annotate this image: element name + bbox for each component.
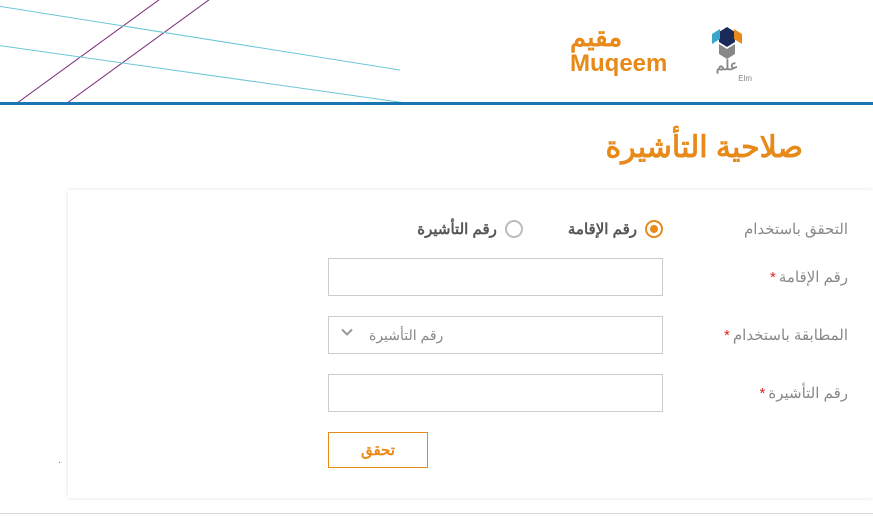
iqama-number-label: رقم الإقامة* — [663, 268, 848, 286]
verify-by-label: التحقق باستخدام — [663, 220, 848, 238]
match-by-select[interactable]: رقم التأشيرة — [328, 316, 663, 354]
visa-validity-form: التحقق باستخدام رقم الإقامة رقم التأشيرة… — [68, 190, 873, 498]
radio-iqama-label: رقم الإقامة — [568, 220, 637, 238]
page-title: صلاحية التأشيرة — [0, 130, 803, 165]
svg-text:علم: علم — [716, 57, 738, 74]
required-star: * — [770, 269, 776, 286]
visa-number-input[interactable] — [328, 374, 663, 412]
match-by-label: المطابقة باستخدام* — [663, 326, 848, 344]
header-decoration-lines — [0, 0, 450, 105]
radio-icon — [645, 220, 663, 238]
footer-dot: . — [58, 454, 61, 466]
radio-icon — [505, 220, 523, 238]
page-header: مقيم Muqeem علم Elm — [0, 0, 873, 105]
elm-label: Elm — [739, 74, 753, 83]
verify-by-radio-group: رقم الإقامة رقم التأشيرة — [328, 220, 663, 238]
page-title-bar: صلاحية التأشيرة — [0, 105, 873, 190]
visa-number-label: رقم التأشيرة* — [663, 384, 848, 402]
elm-logo: علم Elm — [692, 15, 762, 85]
required-star: * — [724, 327, 730, 344]
brand-name-en: Muqeem — [570, 51, 667, 77]
brand-area: مقيم Muqeem علم Elm — [570, 15, 762, 85]
footer-divider — [0, 513, 873, 514]
verify-button[interactable]: تحقق — [328, 432, 428, 468]
muqeem-logo-text: مقيم Muqeem — [570, 23, 667, 78]
match-by-selected-value: رقم التأشيرة — [369, 327, 443, 344]
radio-iqama-number[interactable]: رقم الإقامة — [568, 220, 663, 238]
iqama-number-input[interactable] — [328, 258, 663, 296]
radio-visa-number[interactable]: رقم التأشيرة — [417, 220, 523, 238]
brand-name-ar: مقيم — [570, 23, 667, 52]
required-star: * — [760, 385, 766, 402]
chevron-down-icon — [340, 326, 354, 345]
radio-visa-label: رقم التأشيرة — [417, 220, 497, 238]
